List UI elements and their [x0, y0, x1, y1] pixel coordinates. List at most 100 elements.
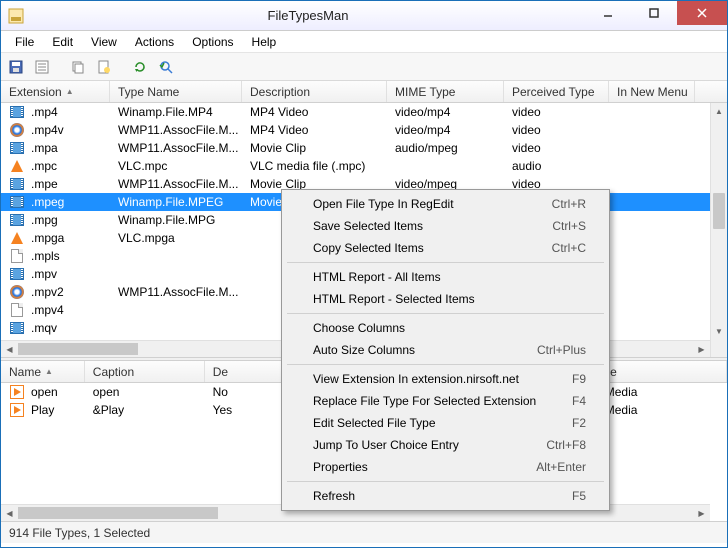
menu-item-label: HTML Report - All Items — [313, 270, 441, 284]
menu-item[interactable]: Replace File Type For Selected Extension… — [285, 390, 606, 412]
cell-typename: WMP11.AssocFile.M... — [110, 176, 242, 192]
cell-newmenu — [609, 147, 695, 149]
toolbar-find-icon[interactable] — [155, 56, 177, 78]
vlc-icon — [11, 160, 23, 172]
toolbar — [1, 53, 727, 81]
menu-item-label: Open File Type In RegEdit — [313, 197, 454, 211]
menu-item-shortcut: F2 — [572, 416, 586, 430]
menu-item[interactable]: Edit Selected File Type F2 — [285, 412, 606, 434]
col-extension[interactable]: Extension▲ — [1, 81, 110, 102]
cell-typename — [110, 273, 242, 275]
filetypes-header: Extension▲ Type Name Description MIME Ty… — [1, 81, 727, 103]
cell-typename — [110, 255, 242, 257]
scroll-thumb-h[interactable] — [18, 507, 218, 519]
menu-edit[interactable]: Edit — [44, 33, 81, 51]
menu-item[interactable]: Choose Columns — [285, 317, 606, 339]
menu-item-label: Copy Selected Items — [313, 241, 424, 255]
menu-separator — [287, 313, 604, 314]
menu-item-label: Edit Selected File Type — [313, 416, 436, 430]
col-caption[interactable]: Caption — [85, 361, 205, 382]
scroll-left-icon[interactable]: ◀ — [1, 341, 18, 357]
table-row[interactable]: .mpc VLC.mpcVLC media file (.mpc) audio — [1, 157, 727, 175]
toolbar-refresh-icon[interactable] — [129, 56, 151, 78]
menu-item[interactable]: Auto Size ColumnsCtrl+Plus — [285, 339, 606, 361]
cell-newmenu — [609, 273, 695, 275]
context-menu[interactable]: Open File Type In RegEdit Ctrl+R Save Sele… — [281, 189, 610, 511]
minimize-button[interactable] — [585, 1, 631, 25]
menu-file[interactable]: File — [7, 33, 42, 51]
wmp-icon — [10, 285, 24, 299]
cell-name: open — [31, 385, 58, 399]
menu-item[interactable]: PropertiesAlt+Enter — [285, 456, 606, 478]
app-icon — [1, 1, 31, 31]
menu-item[interactable]: View Extension In extension.nirsoft.netF… — [285, 368, 606, 390]
menu-help[interactable]: Help — [244, 33, 285, 51]
cell-perceived: video — [504, 122, 609, 138]
cell-typename: VLC.mpc — [110, 158, 242, 174]
scroll-left-icon[interactable]: ◀ — [1, 505, 18, 521]
play-icon — [10, 403, 24, 417]
cell-newmenu — [609, 183, 695, 185]
cell-perceived: audio — [504, 158, 609, 174]
cell-extension: .mp4v — [31, 123, 64, 137]
titlebar[interactable]: FileTypesMan — [1, 1, 727, 31]
cell-description: MP4 Video — [242, 122, 387, 138]
col-mimetype[interactable]: MIME Type — [387, 81, 504, 102]
col-perceivedtype[interactable]: Perceived Type — [504, 81, 609, 102]
toolbar-copy-icon[interactable] — [67, 56, 89, 78]
menu-item[interactable]: Copy Selected Items Ctrl+C — [285, 237, 606, 259]
vertical-scrollbar[interactable]: ▲ ▼ — [710, 103, 727, 357]
menu-view[interactable]: View — [83, 33, 125, 51]
cell-extension: .mpg — [31, 213, 58, 227]
scroll-thumb-h[interactable] — [18, 343, 138, 355]
scroll-down-icon[interactable]: ▼ — [711, 323, 727, 340]
cell-description: MP4 Video — [242, 104, 387, 120]
menu-item[interactable]: HTML Report - All Items — [285, 266, 606, 288]
col-innewmenu[interactable]: In New Menu — [609, 81, 695, 102]
menu-item-shortcut: Alt+Enter — [536, 460, 586, 474]
col-typename[interactable]: Type Name — [110, 81, 242, 102]
col-description[interactable]: Description — [242, 81, 387, 102]
cell-extension: .mpeg — [31, 195, 64, 209]
cell-name: Play — [31, 403, 54, 417]
menu-item-label: View Extension In extension.nirsoft.net — [313, 372, 519, 386]
cell-extension: .mpv2 — [31, 285, 64, 299]
table-row[interactable]: .mp4vWMP11.AssocFile.M...MP4 Videovideo/… — [1, 121, 727, 139]
menu-item-shortcut: Ctrl+C — [552, 241, 586, 255]
menu-options[interactable]: Options — [184, 33, 241, 51]
cell-extension: .mpa — [31, 141, 58, 155]
cell-typename: Winamp.File.MPG — [110, 212, 242, 228]
cell-extension: .mpc — [31, 159, 57, 173]
scroll-thumb[interactable] — [713, 193, 725, 229]
status-text: 914 File Types, 1 Selected — [9, 526, 150, 540]
menu-item[interactable]: RefreshF5 — [285, 485, 606, 507]
menubar: File Edit View Actions Options Help — [1, 31, 727, 53]
menu-separator — [287, 481, 604, 482]
table-row[interactable]: .mp4Winamp.File.MP4MP4 Videovideo/mp4vid… — [1, 103, 727, 121]
menu-item[interactable]: Open File Type In RegEdit Ctrl+R — [285, 193, 606, 215]
scroll-right-icon[interactable]: ▶ — [693, 341, 710, 357]
scroll-right-icon[interactable]: ▶ — [693, 505, 710, 521]
table-row[interactable]: .mpaWMP11.AssocFile.M...Movie Clipaudio/… — [1, 139, 727, 157]
menu-actions[interactable]: Actions — [127, 33, 182, 51]
toolbar-properties-icon[interactable] — [31, 56, 53, 78]
cell-typename: Winamp.File.MPEG — [110, 194, 242, 210]
toolbar-save-icon[interactable] — [5, 56, 27, 78]
maximize-button[interactable] — [631, 1, 677, 25]
film-icon — [10, 268, 24, 280]
film-icon — [10, 178, 24, 190]
wmp-icon — [10, 123, 24, 137]
cell-perceived: video — [504, 104, 609, 120]
menu-item[interactable]: HTML Report - Selected Items — [285, 288, 606, 310]
menu-item[interactable]: Jump To User Choice EntryCtrl+F8 — [285, 434, 606, 456]
col-name[interactable]: Name▲ — [1, 361, 85, 382]
cell-newmenu — [609, 219, 695, 221]
cell-description: VLC media file (.mpc) — [242, 158, 387, 174]
film-icon — [10, 106, 24, 118]
scroll-up-icon[interactable]: ▲ — [711, 103, 727, 120]
close-button[interactable] — [677, 1, 727, 25]
menu-item-shortcut: Ctrl+R — [552, 197, 586, 211]
menu-item[interactable]: Save Selected ItemsCtrl+S — [285, 215, 606, 237]
cell-extension: .mpv — [31, 267, 57, 281]
toolbar-new-icon[interactable] — [93, 56, 115, 78]
